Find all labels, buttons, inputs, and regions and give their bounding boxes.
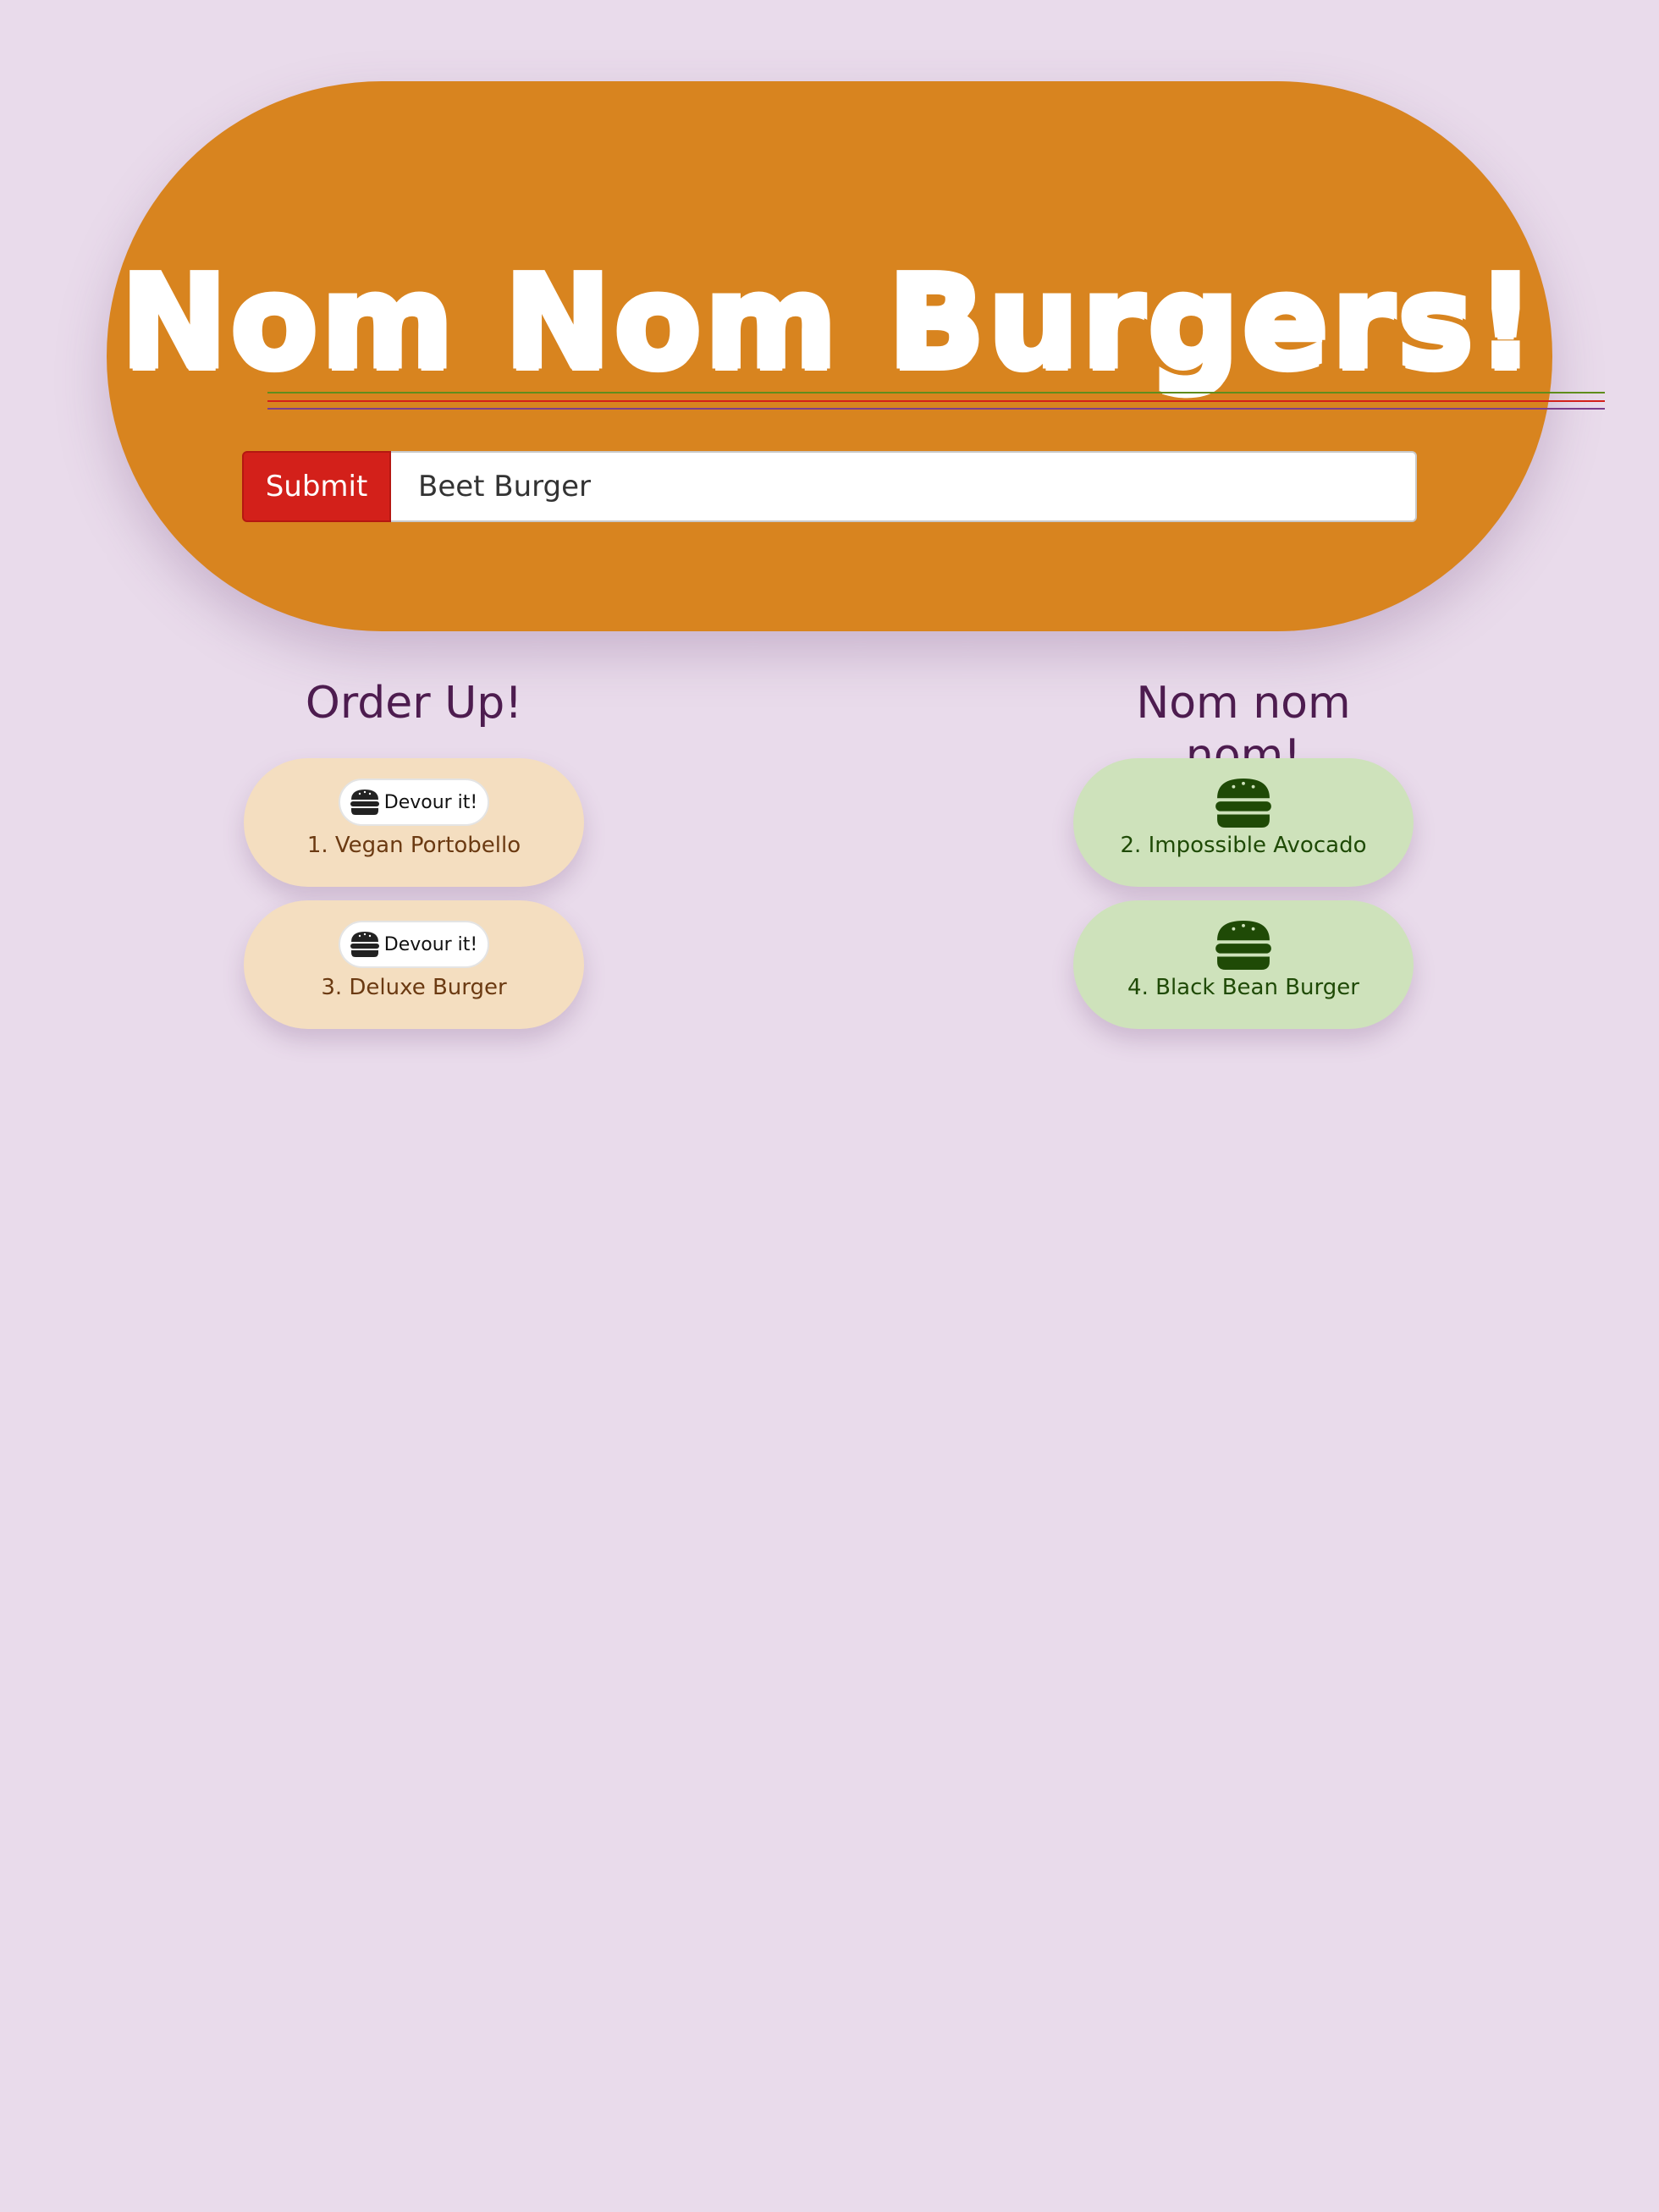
order-item-label: 3. Deluxe Burger bbox=[321, 975, 507, 1000]
burger-icon bbox=[1215, 921, 1271, 970]
burger-icon bbox=[1215, 779, 1271, 828]
devour-button-label: Devour it! bbox=[383, 791, 478, 813]
burger-name-input[interactable] bbox=[391, 451, 1417, 522]
eaten-item: 2. Impossible Avocado bbox=[1073, 758, 1414, 887]
stripe-purple bbox=[267, 408, 1605, 410]
burger-icon bbox=[350, 790, 379, 815]
devour-button-label: Devour it! bbox=[383, 933, 478, 955]
order-item-label: 1. Vegan Portobello bbox=[306, 833, 521, 858]
eaten-item-label: 4. Black Bean Burger bbox=[1127, 975, 1359, 1000]
order-item: Devour it! 1. Vegan Portobello bbox=[244, 758, 584, 887]
order-item: Devour it! 3. Deluxe Burger bbox=[244, 900, 584, 1029]
stripe-green bbox=[267, 392, 1605, 393]
devour-button[interactable]: Devour it! bbox=[339, 921, 489, 968]
devour-button[interactable]: Devour it! bbox=[339, 779, 489, 826]
submit-button[interactable]: Submit bbox=[242, 451, 391, 522]
header-banner: Nom Nom Burgers! bbox=[107, 81, 1605, 631]
stripe-red bbox=[267, 400, 1605, 402]
page-title: Nom Nom Burgers! bbox=[118, 249, 1539, 396]
eaten-item-label: 2. Impossible Avocado bbox=[1120, 833, 1367, 858]
burger-icon bbox=[350, 932, 379, 957]
order-up-heading: Order Up! bbox=[305, 678, 523, 729]
eaten-item: 4. Black Bean Burger bbox=[1073, 900, 1414, 1029]
add-burger-form: Submit bbox=[242, 451, 1417, 522]
